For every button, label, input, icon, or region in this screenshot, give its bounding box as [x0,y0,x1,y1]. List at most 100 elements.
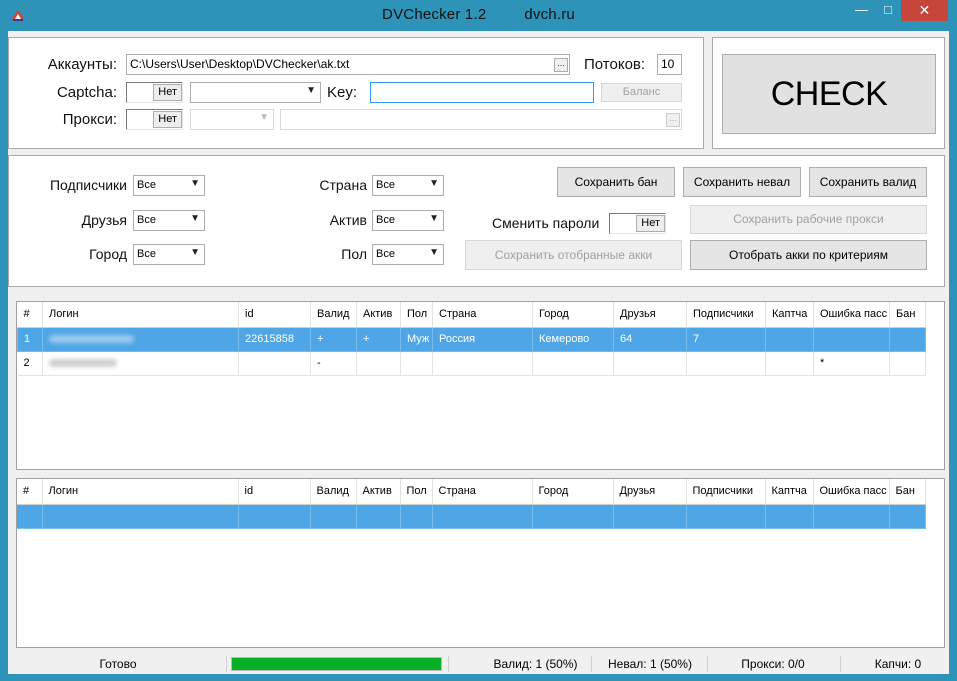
empty-cell[interactable] [765,504,814,529]
proxy-browse-button[interactable]: ... [666,113,680,127]
city-select[interactable]: Все ▼ [133,244,205,265]
row-number-cell[interactable]: 2 [17,351,43,376]
active-select[interactable]: Все ▼ [372,210,444,231]
captcha-service-select[interactable]: ▼ [190,82,321,103]
country-cell[interactable]: Россия [432,326,533,352]
ban-cell[interactable] [889,326,926,352]
column-header[interactable]: Валид [310,302,357,328]
column-header[interactable]: Друзья [613,479,687,505]
proxy-type-select[interactable]: ▼ [190,109,274,130]
active-cell[interactable]: + [356,326,401,352]
column-header[interactable]: Подписчики [686,302,766,328]
column-header[interactable]: Валид [310,479,357,505]
friends-select[interactable]: Все ▼ [133,210,205,231]
empty-cell[interactable] [356,504,401,529]
select-by-criteria-button[interactable]: Отобрать акки по критериям [690,240,927,270]
column-header[interactable]: Город [532,479,614,505]
column-header[interactable]: id [238,302,311,328]
empty-cell[interactable] [813,504,890,529]
gender-cell[interactable] [400,351,433,376]
maximize-icon[interactable]: □ [875,0,901,21]
captcha-toggle-button[interactable]: Нет [153,84,182,101]
country-cell[interactable] [432,351,533,376]
friends-cell[interactable]: 64 [613,326,687,352]
pass-error-cell[interactable]: * [813,351,890,376]
column-header[interactable]: Бан [889,479,926,505]
threads-field[interactable]: 10 [657,54,682,75]
subscribers-cell[interactable] [686,351,766,376]
column-header[interactable]: # [17,479,43,505]
column-header[interactable]: Каптча [765,302,814,328]
proxy-path-field[interactable] [280,109,682,130]
empty-cell[interactable] [42,504,239,529]
column-header[interactable]: Бан [889,302,926,328]
column-header[interactable]: Логин [42,479,239,505]
gender-cell[interactable]: Муж [400,326,433,352]
table-row[interactable] [17,504,926,529]
column-header[interactable]: Страна [432,302,533,328]
city-cell[interactable] [532,351,614,376]
column-header[interactable]: Пол [400,302,433,328]
change-passwords-toggle-button[interactable]: Нет [636,215,665,232]
friends-cell[interactable] [613,351,687,376]
selected-grid[interactable]: # Логин id Валид Актив Пол Страна Город … [16,478,945,648]
country-select[interactable]: Все ▼ [372,175,444,196]
key-field[interactable] [370,82,594,103]
save-valid-button[interactable]: Сохранить валид [809,167,927,197]
empty-cell[interactable] [613,504,687,529]
empty-cell[interactable] [17,504,43,529]
subscribers-select[interactable]: Все ▼ [133,175,205,196]
id-cell[interactable]: 22615858 [238,326,311,352]
ban-cell[interactable] [889,351,926,376]
change-passwords-toggle[interactable]: Нет [609,213,666,234]
results-grid[interactable]: # Логин id Валид Актив Пол Страна Город … [16,301,945,470]
save-selected-accounts-button[interactable]: Сохранить отобранные акки [465,240,682,270]
city-cell[interactable]: Кемерово [532,326,614,352]
empty-cell[interactable] [686,504,766,529]
captcha-cell[interactable] [765,326,814,352]
column-header[interactable]: Город [532,302,614,328]
empty-cell[interactable] [238,504,311,529]
column-header[interactable]: Актив [356,479,401,505]
column-header[interactable]: Каптча [765,479,814,505]
login-cell[interactable] [42,326,239,352]
gender-select[interactable]: Все ▼ [372,244,444,265]
save-working-proxies-button[interactable]: Сохранить рабочие прокси [690,205,927,234]
login-cell[interactable] [42,351,239,376]
column-header[interactable]: id [238,479,311,505]
empty-cell[interactable] [532,504,614,529]
column-header[interactable]: Ошибка пасс [813,302,890,328]
valid-cell[interactable]: - [310,351,357,376]
empty-cell[interactable] [310,504,357,529]
empty-cell[interactable] [889,504,926,529]
valid-cell[interactable]: + [310,326,357,352]
subscribers-cell[interactable]: 7 [686,326,766,352]
pass-error-cell[interactable] [813,326,890,352]
id-cell[interactable] [238,351,311,376]
title-bar[interactable]: DVChecker 1.2 dvch.ru — □ ✕ [0,0,957,31]
captcha-cell[interactable] [765,351,814,376]
save-ban-button[interactable]: Сохранить бан [557,167,675,197]
proxy-toggle-button[interactable]: Нет [153,111,182,128]
empty-cell[interactable] [400,504,433,529]
column-header[interactable]: Актив [356,302,401,328]
active-cell[interactable] [356,351,401,376]
close-icon[interactable]: ✕ [901,0,948,21]
column-header[interactable]: Страна [432,479,533,505]
balance-button[interactable]: Баланс [601,83,682,102]
table-row[interactable]: 2 - * [17,351,926,376]
column-header[interactable]: Друзья [613,302,687,328]
empty-cell[interactable] [432,504,533,529]
check-button[interactable]: CHECK [722,54,936,134]
table-row[interactable]: 1 22615858 + + Муж Россия Кемерово 64 7 [17,326,926,352]
row-number-cell[interactable]: 1 [17,326,43,352]
column-header[interactable]: Ошибка пасс [813,479,890,505]
accounts-path-field[interactable]: C:\Users\User\Desktop\DVChecker\ak.txt [126,54,570,75]
save-invalid-button[interactable]: Сохранить невал [683,167,801,197]
proxy-toggle[interactable]: Нет [126,109,183,130]
column-header[interactable]: Пол [400,479,433,505]
accounts-browse-button[interactable]: ... [554,58,568,72]
minimize-icon[interactable]: — [848,0,875,21]
captcha-toggle[interactable]: Нет [126,82,183,103]
column-header[interactable]: Подписчики [686,479,766,505]
